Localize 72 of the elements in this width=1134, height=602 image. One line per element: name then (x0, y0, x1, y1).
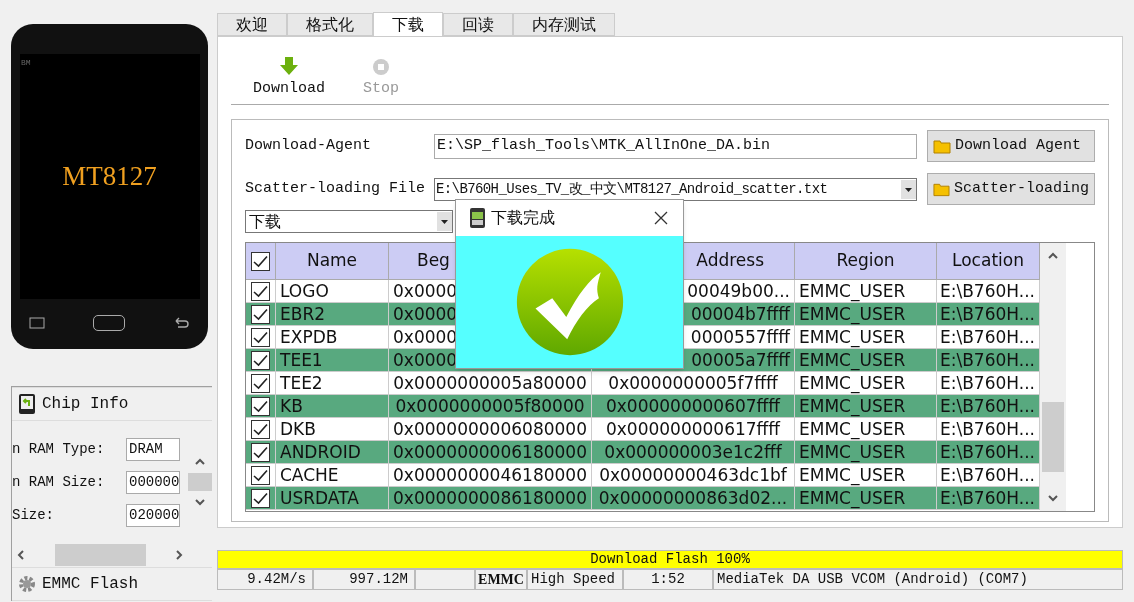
scroll-up-icon[interactable] (1047, 251, 1059, 261)
table-row[interactable]: TEE2 0x0000000005a80000 0x0000000005f7ffff EMMC_USER E:\B760H... (246, 372, 1040, 395)
table-cell: USRDATA (276, 487, 389, 510)
checkbox[interactable] (251, 419, 270, 439)
check-circle-icon (514, 247, 625, 357)
menu-key-icon (29, 317, 45, 329)
field-label: Size: (12, 505, 54, 525)
tab[interactable]: 下载 (373, 12, 443, 37)
checkbox[interactable] (251, 304, 270, 324)
checkbox[interactable] (251, 373, 270, 393)
checkbox[interactable] (251, 350, 270, 370)
status-cell: MediaTek DA USB VCOM (Android) (COM7) (713, 569, 1123, 590)
status-cell: 9.42M/s (217, 569, 313, 590)
checkbox[interactable] (251, 281, 270, 301)
checkbox[interactable] (251, 251, 270, 271)
table-cell: 0x0000000086180000 (389, 487, 592, 510)
vertical-scrollbar[interactable] (1040, 243, 1066, 511)
close-icon[interactable] (653, 210, 669, 226)
folder-icon (933, 181, 950, 197)
tab[interactable]: 格式化 (287, 13, 373, 36)
table-row[interactable]: ANDROID 0x0000000006180000 0x000000003e1c2fff EMMC_USER E:\B760H... (246, 441, 1040, 464)
status-cell: EMMC (475, 569, 527, 590)
dialog-title: 下载完成 (491, 207, 556, 229)
field-label: Download-Agent (245, 135, 373, 156)
gear-icon (18, 575, 36, 593)
browse-button[interactable]: Download Agent (927, 130, 1095, 162)
phone-brand: BM (21, 57, 31, 69)
tab[interactable]: 欢迎 (217, 13, 287, 36)
scroll-thumb[interactable] (54, 544, 146, 566)
checkbox[interactable] (251, 327, 270, 347)
table-row[interactable]: DKB 0x0000000006080000 0x000000000617ffff EMMC_USER E:\B760H... (246, 418, 1040, 441)
chip-model: MT8127 (62, 160, 157, 194)
path-field[interactable]: E:\SP_flash_Tools\MTK_AllInOne_DA.bin (434, 133, 917, 159)
toolbar-button[interactable]: Download (249, 55, 329, 100)
folder-icon (933, 138, 951, 154)
tab[interactable]: 内存测试 (513, 13, 615, 36)
status-cell: High Speed (527, 569, 623, 590)
scroll-up-icon[interactable] (194, 457, 206, 467)
section-header[interactable]: EMMC Flash (12, 567, 212, 601)
chip-field[interactable]: DRAM (126, 437, 180, 461)
field-label: Scatter-loading File (245, 178, 427, 199)
mode-dropdown[interactable]: 下载 (245, 210, 453, 233)
scatter-dropdown[interactable]: E:\B760H_Uses_TV_改_中文\MT8127_Android_scatter.txt (434, 177, 917, 201)
scroll-thumb[interactable] (1042, 402, 1064, 472)
section-header[interactable]: Chip Info (12, 387, 212, 421)
scroll-thumb[interactable] (188, 473, 212, 491)
field-label: n RAM Size: (12, 472, 105, 492)
scroll-left-icon[interactable] (16, 549, 26, 561)
table-row[interactable]: USRDATA 0x0000000086180000 0x00000000863d02... EMMC_USER E:\B760H... (246, 487, 1040, 510)
tab[interactable]: 回读 (443, 13, 513, 36)
stop-icon (372, 57, 390, 76)
table-cell: 0x00000000863d02... (592, 487, 795, 510)
chip-field[interactable]: 000000 (126, 470, 180, 494)
checkbox[interactable] (251, 465, 270, 485)
checkbox[interactable] (251, 396, 270, 416)
progress-label: Download Flash 100% (589, 551, 751, 568)
browse-button[interactable]: Scatter-loading (927, 173, 1095, 205)
scroll-right-icon[interactable] (174, 549, 184, 561)
table-cell: EMMC_USER (795, 487, 937, 510)
checkbox[interactable] (251, 488, 270, 508)
home-key-icon (92, 315, 125, 331)
checkbox[interactable] (251, 442, 270, 462)
table-row[interactable]: CACHE 0x0000000046180000 0x00000000463dc1bf EMMC_USER E:\B760H... (246, 464, 1040, 487)
down-arrow-icon (279, 55, 299, 76)
field-label: n RAM Type: (12, 439, 105, 459)
scroll-down-icon[interactable] (1047, 493, 1059, 503)
status-cell: 1:52 (623, 569, 713, 590)
android-icon (470, 208, 485, 228)
scroll-down-icon[interactable] (194, 497, 206, 507)
table-row[interactable]: KB 0x0000000005f80000 0x000000000607ffff EMMC_USER E:\B760H... (246, 395, 1040, 418)
status-cell: 997.12M (313, 569, 415, 590)
chip-field[interactable]: 020000 (126, 503, 180, 527)
